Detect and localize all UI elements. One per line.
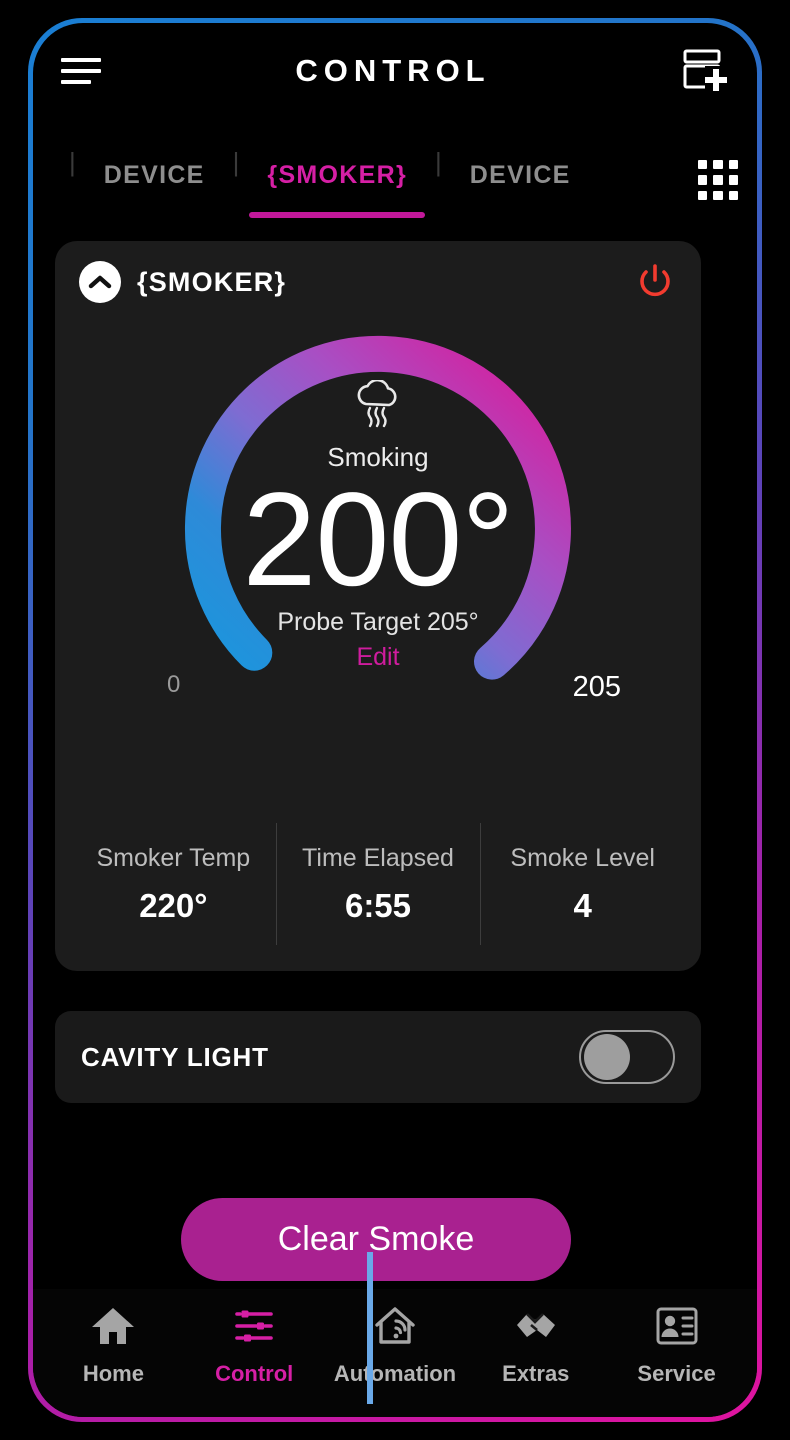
chevron-up-icon[interactable] (79, 261, 121, 303)
nav-item-automation[interactable]: Automation (333, 1305, 457, 1387)
nav-label: Extras (502, 1361, 570, 1386)
nav-item-extras[interactable]: Extras (474, 1305, 598, 1387)
home-icon (90, 1305, 136, 1352)
gauge-min-label: 0 (167, 671, 181, 698)
stat-smoke-level: Smoke Level 4 (480, 819, 685, 949)
page-title: CONTROL (295, 53, 491, 88)
stat-label: Time Elapsed (302, 843, 454, 872)
stat-smoker-temp: Smoker Temp 220° (71, 819, 276, 949)
tab-device-left[interactable]: DEVICE (78, 149, 231, 190)
smoker-device-card: {SMOKER} Smoking 200° Probe Target 205° … (55, 241, 701, 971)
stat-value: 220° (139, 886, 208, 924)
stat-label: Smoker Temp (96, 843, 251, 872)
sliders-icon (231, 1305, 277, 1352)
device-card-title: {SMOKER} (137, 266, 287, 297)
app-bar: CONTROL (33, 23, 757, 119)
pointer-indicator (367, 1252, 373, 1404)
toggle-knob (584, 1034, 630, 1080)
cavity-light-toggle[interactable] (579, 1030, 675, 1084)
grid-apps-icon[interactable] (695, 157, 741, 203)
temperature-gauge: Smoking 200° Probe Target 205° Edit (168, 319, 588, 739)
cavity-light-row[interactable]: CAVITY LIGHT (55, 1011, 701, 1103)
nav-item-home[interactable]: Home (51, 1305, 175, 1387)
service-person-icon (654, 1305, 700, 1352)
device-stats-row: Smoker Temp 220° Time Elapsed 6:55 Smoke… (71, 819, 685, 949)
tab-separator: | (435, 147, 442, 177)
clear-smoke-button[interactable]: Clear Smoke (181, 1198, 571, 1281)
tab-smoker[interactable]: {SMOKER} (241, 149, 433, 218)
stat-time-elapsed: Time Elapsed 6:55 (275, 819, 481, 949)
add-card-icon[interactable] (679, 47, 729, 95)
tab-device-right[interactable]: DEVICE (444, 149, 597, 190)
phone-screen: CONTROL | DEVICE | {SMOKER} | DEVICE {SM… (33, 23, 757, 1417)
stat-value: 4 (573, 886, 592, 924)
device-tabs: | DEVICE | {SMOKER} | DEVICE (33, 149, 757, 241)
nav-item-service[interactable]: Service (615, 1305, 739, 1387)
power-icon[interactable] (633, 260, 677, 304)
cavity-light-label: CAVITY LIGHT (81, 1041, 269, 1072)
home-wifi-icon (372, 1305, 418, 1352)
device-card-header: {SMOKER} (55, 241, 701, 323)
nav-item-control[interactable]: Control (192, 1305, 316, 1387)
bottom-navigation: Home Control Automation Extras Service (33, 1289, 757, 1417)
handshake-icon (513, 1305, 559, 1352)
stat-label: Smoke Level (510, 843, 655, 872)
nav-label: Service (637, 1361, 716, 1386)
tab-separator: | (232, 147, 240, 177)
phone-frame: CONTROL | DEVICE | {SMOKER} | DEVICE {SM… (28, 18, 762, 1422)
stat-value: 6:55 (344, 886, 412, 924)
nav-label: Control (215, 1361, 294, 1386)
hamburger-menu-icon[interactable] (61, 48, 107, 94)
tab-separator: | (69, 147, 76, 177)
gauge-max-label: 205 (572, 671, 621, 703)
nav-label: Home (82, 1361, 144, 1386)
nav-label: Automation (333, 1361, 457, 1386)
